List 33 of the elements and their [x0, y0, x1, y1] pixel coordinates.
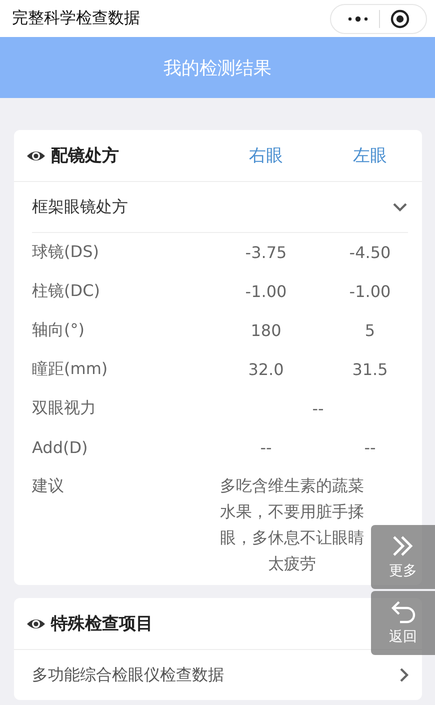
- back-icon: [390, 600, 416, 624]
- row-label: Add(D): [32, 438, 89, 457]
- value-text: 31.5: [351, 360, 389, 379]
- item-label: 多功能综合检眼仪检查数据: [32, 664, 224, 686]
- card-title: 配镜处方: [51, 145, 119, 167]
- value-text: 32.0: [247, 360, 285, 379]
- column-header: 右眼: [248, 145, 284, 167]
- value-text: --: [259, 438, 273, 457]
- row-label: 轴向(°): [32, 320, 86, 341]
- advice-text: 多吃含维生素的蔬菜水果，不要用脏手揉眼，多休息不让眼睛太疲劳: [220, 475, 364, 575]
- window-title: 完整科学检查数据: [12, 8, 140, 29]
- row-label: 瞳距(mm): [32, 359, 109, 380]
- value-text: -3.75: [244, 243, 288, 262]
- row-label: 双眼视力: [32, 398, 97, 419]
- value-text: --: [311, 399, 325, 418]
- row-label: 柱镜(DC): [32, 281, 101, 302]
- value-text: 5: [364, 321, 376, 340]
- value-text: 180: [250, 321, 282, 340]
- more-icon: [347, 14, 369, 22]
- column-header: 左眼: [352, 145, 388, 167]
- row-label: 球镜(DS): [32, 242, 100, 263]
- section-title: 框架眼镜处方: [32, 196, 128, 218]
- value-text: -1.00: [348, 282, 392, 301]
- value-text: -1.00: [244, 282, 288, 301]
- page-title: 我的检测结果: [164, 56, 272, 80]
- value-text: -4.50: [348, 243, 392, 262]
- card-title: 特殊检查项目: [51, 613, 153, 635]
- double-chevron-icon: [391, 534, 415, 558]
- chevron-right-icon: [398, 667, 410, 683]
- section-header[interactable]: 框架眼镜处方: [32, 182, 408, 233]
- row-label: 建议: [32, 475, 65, 497]
- value-text: --: [363, 438, 377, 457]
- target-icon: [390, 8, 410, 28]
